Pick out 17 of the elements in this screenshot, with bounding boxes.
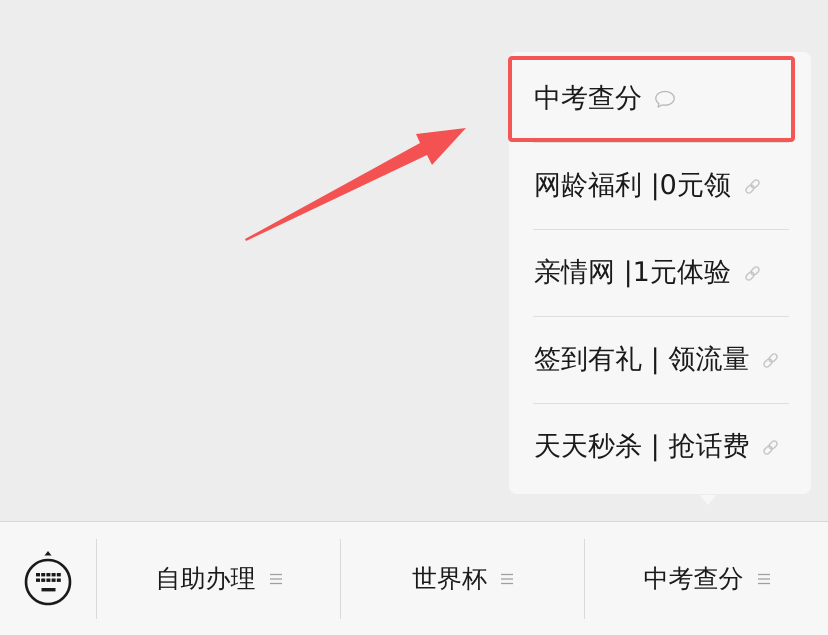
link-icon (742, 264, 762, 282)
link-icon (761, 438, 780, 456)
keyboard-icon[interactable] (24, 550, 72, 607)
popup-menu-item[interactable]: 亲情网 |1元体验 (508, 230, 795, 316)
link-icon (761, 350, 780, 370)
popup-menu-item[interactable]: 天天秒杀 | 抢话费 (508, 404, 795, 490)
popup-menu-item[interactable]: 签到有礼 | 领流量 (508, 317, 795, 403)
popup-menu-item[interactable]: 网龄福利 |0元领 (508, 143, 795, 229)
menu-lines-icon (270, 572, 282, 584)
menu-tab[interactable]: 自助办理 (97, 522, 340, 635)
speech-bubble-icon (654, 90, 676, 108)
menu-lines-icon (501, 572, 513, 584)
menu-tab[interactable]: 中考查分 (585, 522, 828, 635)
menu-tab[interactable]: 世界杯 (341, 522, 584, 635)
link-icon (742, 176, 762, 196)
menu-lines-icon (758, 572, 770, 584)
popup-menu-item[interactable]: 中考查分 (508, 56, 795, 142)
